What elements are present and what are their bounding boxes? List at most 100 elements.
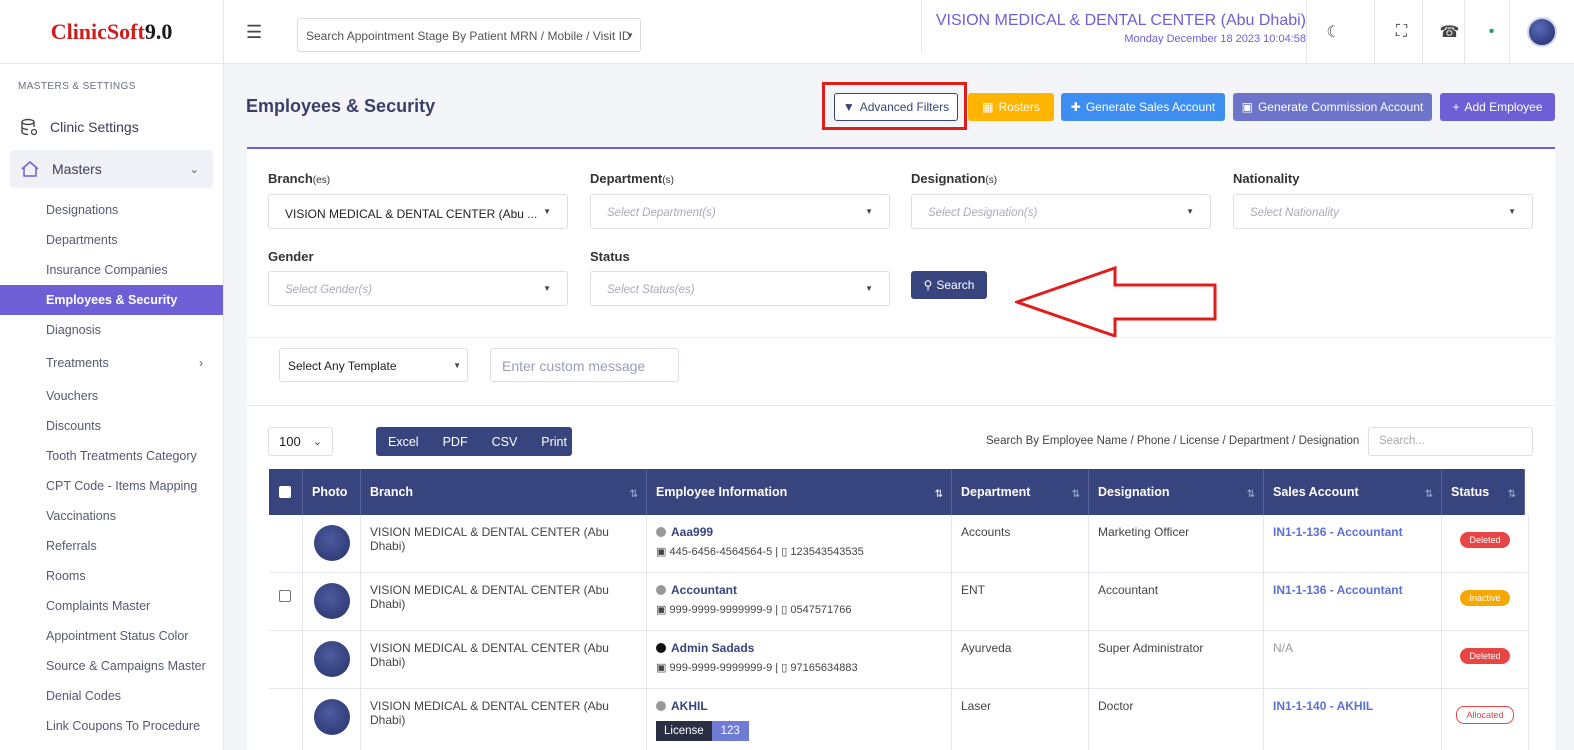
button-label: Generate Sales Account xyxy=(1085,100,1216,114)
col-employee-information[interactable]: Employee Information ⇅ xyxy=(647,469,952,515)
status-select[interactable]: Select Status(es) ▼ xyxy=(590,271,890,306)
col-designation[interactable]: Designation ⇅ xyxy=(1089,469,1264,515)
advanced-filters-button[interactable]: ▼ Advanced Filters xyxy=(834,93,958,121)
sidebar-item-label: Diagnosis xyxy=(46,323,101,337)
menu-icon[interactable]: ☰ xyxy=(246,22,262,43)
sidebar-item-departments[interactable]: Departments xyxy=(0,225,223,255)
print-button[interactable]: Print xyxy=(529,435,579,449)
nationality-select[interactable]: Select Nationality ▼ xyxy=(1233,194,1533,229)
label-text: Branch xyxy=(268,171,313,186)
sidebar-item-diagnosis[interactable]: Diagnosis xyxy=(0,315,223,345)
employee-name-link[interactable]: AKHIL xyxy=(656,699,942,713)
designation-cell: Super Administrator xyxy=(1089,631,1264,688)
rosters-button[interactable]: ▦ Rosters xyxy=(968,93,1054,121)
select-placeholder: Select Status(es) xyxy=(607,284,695,296)
generate-sales-account-button[interactable]: ✚ Generate Sales Account xyxy=(1061,93,1225,121)
col-department[interactable]: Department ⇅ xyxy=(952,469,1089,515)
status-label: Status xyxy=(590,249,630,264)
sidebar-item-masters[interactable]: Masters ⌄ xyxy=(10,150,213,188)
gender-select[interactable]: Select Gender(s) ▼ xyxy=(268,271,568,306)
select-all-checkbox[interactable] xyxy=(279,486,291,498)
department-select[interactable]: Select Department(s) ▼ xyxy=(590,194,890,229)
sidebar-item-tooth-treatments-category[interactable]: Tooth Treatments Category xyxy=(0,441,223,471)
sidebar-item-employees-security[interactable]: Employees & Security xyxy=(0,285,223,315)
sidebar-item-clinic-settings[interactable]: Clinic Settings xyxy=(10,108,213,146)
sales-account-cell: N/A xyxy=(1264,631,1442,688)
search-button[interactable]: ⚲ Search xyxy=(911,271,987,299)
add-employee-button[interactable]: + Add Employee xyxy=(1440,93,1555,121)
employee-name: Accountant xyxy=(671,583,737,597)
sidebar-item-discounts[interactable]: Discounts xyxy=(0,411,223,441)
sidebar-item-complaints-master[interactable]: Complaints Master xyxy=(0,591,223,621)
sales-account-link[interactable]: IN1-1-140 - AKHIL xyxy=(1264,689,1442,750)
employee-cell: Aaa999 ▣ 445-6456-4564564-5 | ▯ 12354354… xyxy=(647,515,952,572)
sidebar-item-vouchers[interactable]: Vouchers xyxy=(0,381,223,411)
page-title: Employees & Security xyxy=(246,96,436,116)
table-row[interactable]: VISION MEDICAL & DENTAL CENTER (Abu Dhab… xyxy=(269,631,1529,689)
appointment-search-select[interactable]: Search Appointment Stage By Patient MRN … xyxy=(297,18,641,52)
user-plus-icon: ✚ xyxy=(1070,100,1081,114)
employee-name: AKHIL xyxy=(671,699,708,713)
sidebar-item-appointment-status-color[interactable]: Appointment Status Color xyxy=(0,621,223,651)
employee-id: 999-9999-9999999-9 xyxy=(669,604,773,616)
user-avatar[interactable] xyxy=(1509,0,1573,64)
table-row[interactable]: VISION MEDICAL & DENTAL CENTER (Abu Dhab… xyxy=(269,573,1529,631)
sidebar-item-label: Rooms xyxy=(46,569,86,583)
select-value: Select Any Template xyxy=(288,359,397,373)
caret-down-icon: ▼ xyxy=(865,207,873,216)
employee-contact: ▣ 999-9999-9999999-9 | ▯ 97165634883 xyxy=(656,662,858,674)
custom-message-input[interactable]: Enter custom message xyxy=(490,348,679,382)
header-label: Branch xyxy=(370,485,414,499)
sales-account-link[interactable]: IN1-1-136 - Accountant xyxy=(1264,573,1442,630)
sidebar-item-link-coupons[interactable]: Link Coupons To Procedure xyxy=(0,711,223,741)
designation-select[interactable]: Select Designation(s) ▼ xyxy=(911,194,1211,229)
row-checkbox-cell xyxy=(269,631,303,688)
chevron-down-icon: ⌄ xyxy=(189,163,199,176)
sidebar-item-label: Link Coupons To Procedure xyxy=(46,719,201,733)
col-status[interactable]: Status ⇅ xyxy=(1442,469,1525,515)
dark-mode-icon[interactable]: ☾ xyxy=(1306,0,1360,64)
sidebar-item-source-campaigns[interactable]: Source & Campaigns Master xyxy=(0,651,223,681)
app-logo[interactable]: ClinicSoft 9.0 xyxy=(0,0,223,64)
sidebar-item-rooms[interactable]: Rooms xyxy=(0,561,223,591)
pdf-button[interactable]: PDF xyxy=(431,435,480,449)
phone-icon: ▯ xyxy=(781,662,788,674)
select-all-checkbox-cell xyxy=(269,469,303,515)
branch-select[interactable]: VISION MEDICAL & DENTAL CENTER (Abu ... ▼ xyxy=(268,194,568,229)
chevron-down-icon: ⌄ xyxy=(312,436,322,448)
generate-commission-account-button[interactable]: ▣ Generate Commission Account xyxy=(1233,93,1432,121)
status-badge[interactable]: Deleted xyxy=(1460,648,1510,664)
status-badge[interactable]: Inactive xyxy=(1460,590,1510,606)
sidebar-item-referrals[interactable]: Referrals xyxy=(0,531,223,561)
status-badge[interactable]: Deleted xyxy=(1460,532,1510,548)
caret-down-icon: ▼ xyxy=(453,361,461,370)
export-buttons: Excel PDF CSV Print xyxy=(376,427,572,456)
employee-phone: 123543543535 xyxy=(790,546,864,558)
status-badge[interactable]: Allocated xyxy=(1456,706,1514,724)
fullscreen-icon[interactable]: ⛶ xyxy=(1374,0,1428,64)
excel-button[interactable]: Excel xyxy=(376,435,431,449)
sidebar-item-cpt-code[interactable]: CPT Code - Items Mapping xyxy=(0,471,223,501)
template-select[interactable]: Select Any Template ▼ xyxy=(279,348,468,382)
table-row[interactable]: VISION MEDICAL & DENTAL CENTER (Abu Dhab… xyxy=(269,689,1529,750)
employee-name-link[interactable]: Admin Sadads xyxy=(656,641,942,655)
table-search-input[interactable]: Search... xyxy=(1368,427,1533,456)
sidebar-item-insurance-companies[interactable]: Insurance Companies xyxy=(0,255,223,285)
page-size-select[interactable]: 100 ⌄ xyxy=(268,427,333,456)
sidebar-item-treatments[interactable]: Treatments › xyxy=(0,345,223,381)
sort-icon: ⇅ xyxy=(1246,489,1255,500)
col-sales-account[interactable]: Sales Account ⇅ xyxy=(1264,469,1442,515)
sidebar-item-denial-codes[interactable]: Denial Codes xyxy=(0,681,223,711)
csv-button[interactable]: CSV xyxy=(480,435,530,449)
sales-account-link[interactable]: IN1-1-136 - Accountant xyxy=(1264,515,1442,572)
col-branch[interactable]: Branch ⇅ xyxy=(361,469,647,515)
table-search-label: Search By Employee Name / Phone / Licens… xyxy=(986,435,1360,447)
clinic-name: VISION MEDICAL & DENTAL CENTER (Abu Dhab… xyxy=(935,12,1306,29)
sidebar-item-designations[interactable]: Designations xyxy=(0,195,223,225)
employee-name-link[interactable]: Accountant xyxy=(656,583,942,597)
employee-name-link[interactable]: Aaa999 xyxy=(656,525,942,539)
row-checkbox[interactable] xyxy=(279,590,291,602)
sidebar-item-vaccinations[interactable]: Vaccinations xyxy=(0,501,223,531)
photo-cell xyxy=(303,631,361,688)
table-row[interactable]: VISION MEDICAL & DENTAL CENTER (Abu Dhab… xyxy=(269,515,1529,573)
